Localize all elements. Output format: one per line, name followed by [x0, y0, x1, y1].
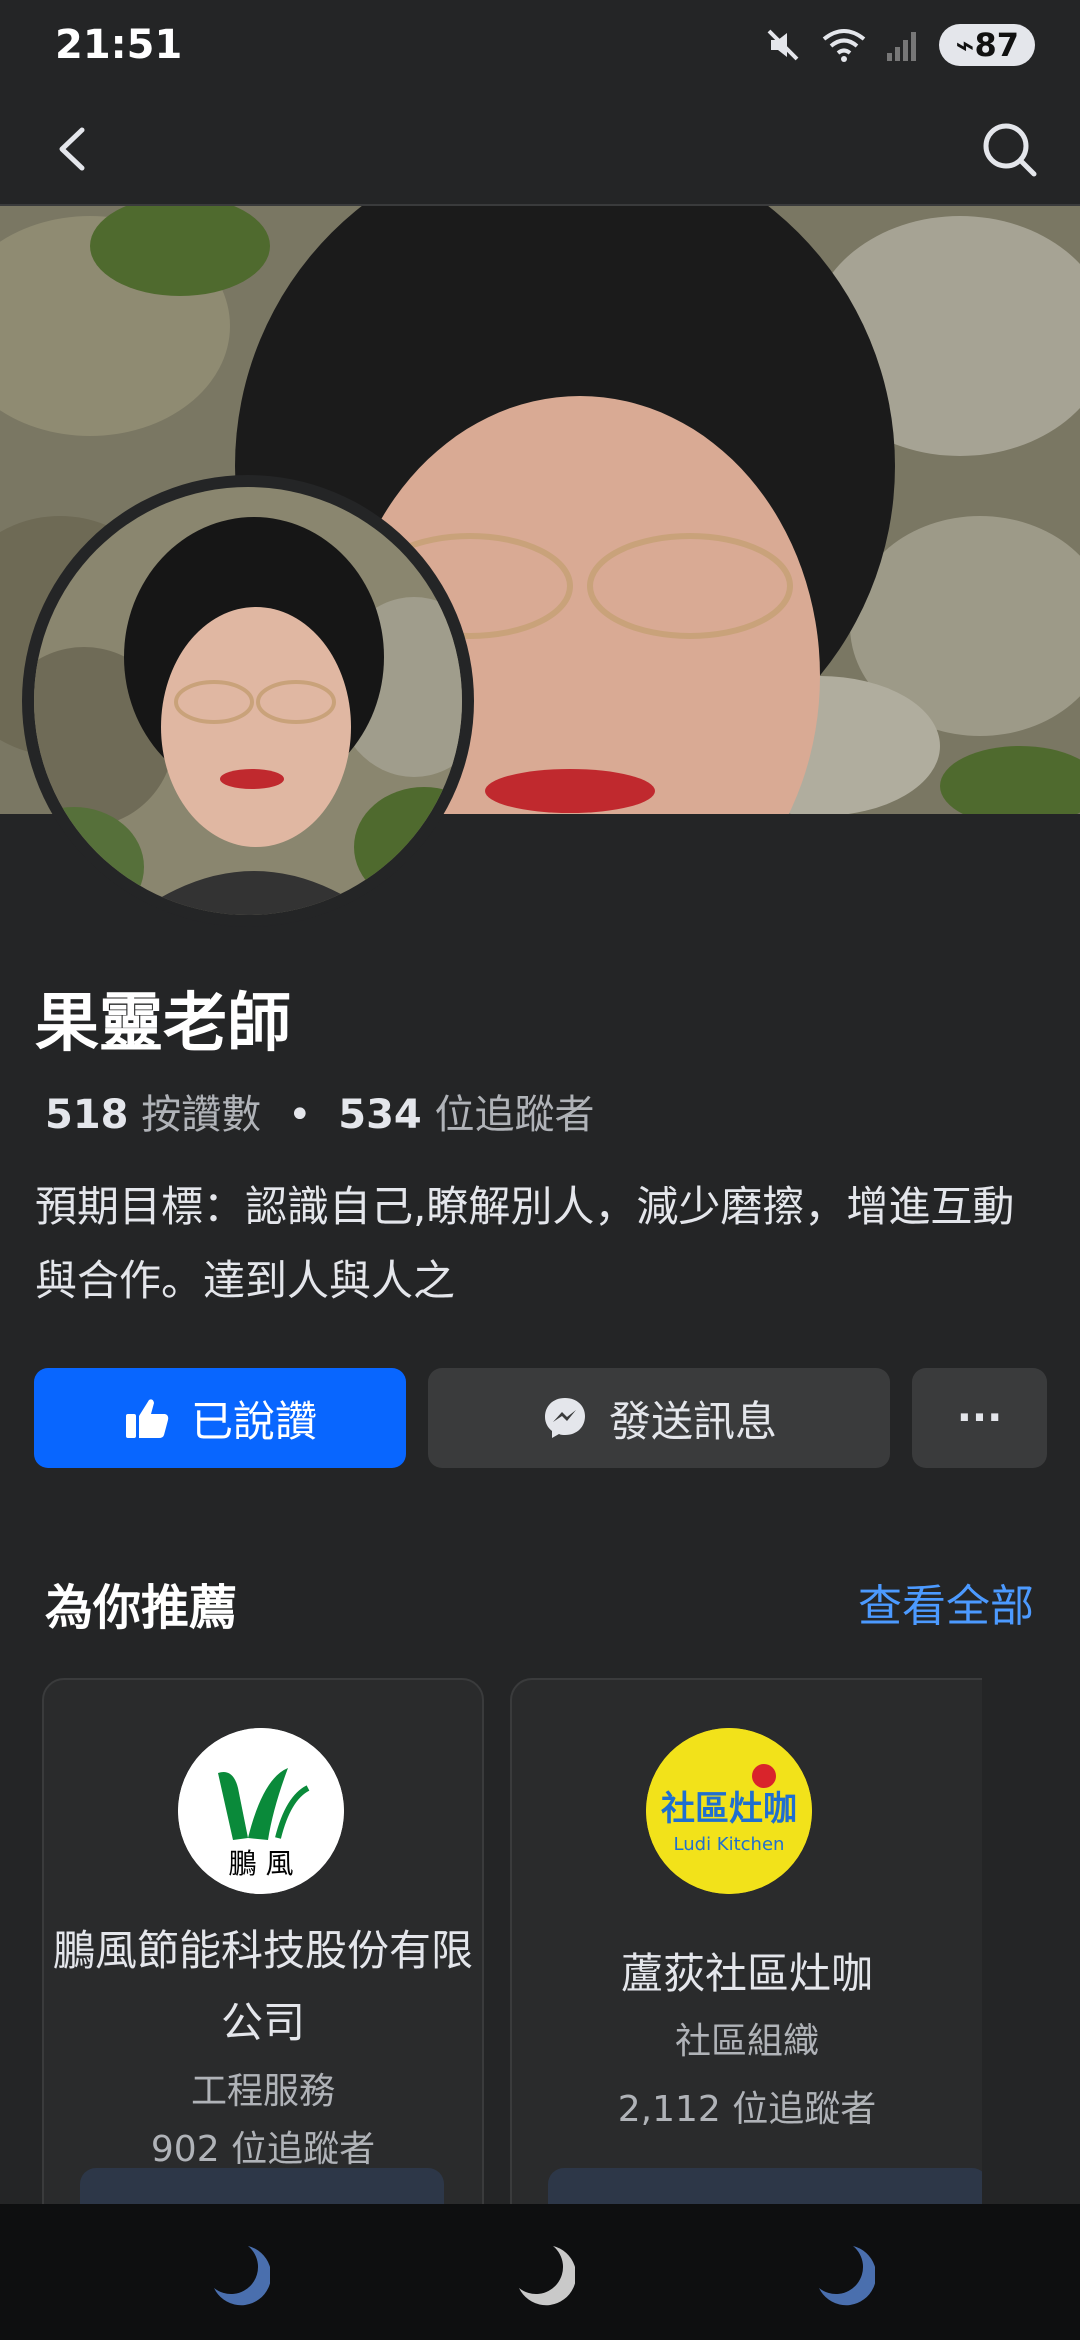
search-icon[interactable] [974, 114, 1044, 184]
liked-label: 已說讚 [190, 1396, 317, 1446]
more-icon: ··· [956, 1395, 1003, 1441]
page-title: 果靈老師 [35, 987, 291, 1061]
followers-label: 位追蹤者 [434, 1092, 595, 1138]
status-icons: ⌁87 [763, 24, 1035, 66]
liked-button[interactable]: 已說讚 [34, 1368, 406, 1468]
stats-separator: • [287, 1092, 312, 1138]
messenger-icon [544, 1398, 585, 1438]
recommended-page-card[interactable]: 社區灶咖 Ludi Kitchen 蘆荻社區灶咖 社區組織 2,112 位追蹤者 [510, 1678, 982, 2242]
likes-label: 按讚數 [141, 1092, 262, 1138]
mute-icon [767, 29, 799, 61]
likes-count: 518 [45, 1092, 129, 1138]
avatar-image [34, 487, 462, 915]
recents-moon-icon[interactable] [200, 2238, 270, 2308]
thumbs-up-icon [125, 1399, 169, 1438]
card-page-name[interactable]: 鵬風節能科技股份有限公司 [44, 1915, 482, 2059]
profile-avatar[interactable] [22, 475, 474, 927]
card-category: 社區組織 [674, 2021, 819, 2062]
recommended-page-card[interactable]: 鵬 風 鵬風節能科技股份有限公司 工程服務 902 位追蹤者 [42, 1678, 484, 2242]
ludi-kitchen-logo-icon: 社區灶咖 Ludi Kitchen [646, 1728, 812, 1894]
signal-icon [887, 32, 917, 61]
wifi-icon [822, 29, 866, 62]
page-logo: 鵬 風 [178, 1728, 344, 1894]
home-moon-icon[interactable] [505, 2238, 575, 2308]
more-options-button[interactable]: ··· [912, 1368, 1047, 1468]
send-message-label: 發送訊息 [608, 1396, 777, 1446]
pengfeng-logo-icon: 鵬 風 [178, 1728, 344, 1894]
back-moon-icon[interactable] [805, 2238, 875, 2308]
system-nav-bar [0, 2204, 1080, 2340]
card-page-name[interactable]: 蘆荻社區灶咖 [512, 1938, 982, 2010]
page-logo: 社區灶咖 Ludi Kitchen [646, 1728, 812, 1894]
card-followers: 902 位追蹤者 [150, 2129, 376, 2170]
recommend-title: 為你推薦 [45, 1580, 238, 1636]
battery-icon: ⌁ [955, 26, 975, 64]
clock: 21:51 [55, 22, 183, 68]
card-category: 工程服務 [190, 2071, 335, 2112]
battery-indicator: ⌁87 [939, 24, 1035, 66]
logo-text: 社區灶咖 [661, 1789, 797, 1829]
send-message-button[interactable]: 發送訊息 [428, 1368, 890, 1468]
profile-stats: 518 按讚數 • 534 位追蹤者 [45, 1082, 594, 1140]
top-nav-bar [0, 96, 1080, 206]
see-all-link[interactable]: 查看全部 [858, 1570, 1034, 1634]
chevron-left-icon[interactable] [40, 114, 110, 184]
profile-bio: 預期目標：認識自己,瞭解別人，減少磨擦，增進互動與合作。達到人與人之 [35, 1182, 1015, 1305]
logo-subtext: Ludi Kitchen [674, 1834, 785, 1855]
battery-level: 87 [974, 26, 1019, 64]
card-followers: 2,112 位追蹤者 [617, 2089, 877, 2130]
status-bar: 21:51 ⌁87 [0, 0, 1080, 96]
logo-text: 鵬 風 [229, 1847, 294, 1880]
followers-count: 534 [338, 1092, 422, 1138]
